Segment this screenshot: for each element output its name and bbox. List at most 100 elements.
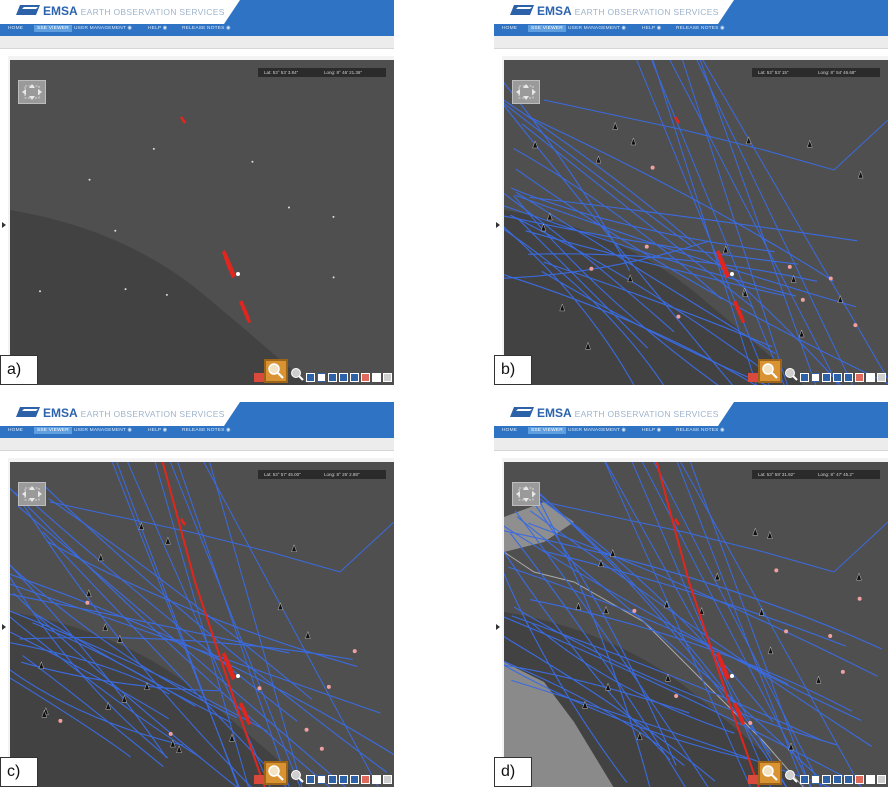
toolbar-icon[interactable] xyxy=(372,775,381,784)
main-nav: HOME SSE VIEWER USER MANAGEMENT ◉ HELP ◉ REL… xyxy=(0,24,394,36)
toolbar-icon[interactable] xyxy=(317,775,326,784)
zoom-icon[interactable] xyxy=(758,359,782,383)
nav-item-release-notes[interactable]: RELEASE NOTES ◉ xyxy=(182,26,231,31)
nav-item-help[interactable]: HELP ◉ xyxy=(148,26,167,31)
detection-marker xyxy=(319,746,324,751)
pan-control-icon[interactable] xyxy=(512,482,540,506)
vessel-icon xyxy=(85,589,92,597)
toolbar-icon[interactable] xyxy=(339,373,348,382)
toolbar-icon[interactable] xyxy=(866,775,875,784)
vessel-icon xyxy=(603,606,609,614)
nav-item-home[interactable]: HOME xyxy=(502,26,517,31)
zoom-out-icon[interactable] xyxy=(784,769,798,783)
toolbar-icon[interactable] xyxy=(350,373,359,382)
sar-map[interactable]: Lat: 53° 53' 15" Long: 8° 54' 46.68" xyxy=(504,60,888,385)
zoom-icon[interactable] xyxy=(264,761,288,785)
sar-map[interactable]: Lat: 53° 58' 31.92" Long: 8° 47' 45.2" xyxy=(504,462,888,787)
report-icon[interactable] xyxy=(748,775,758,784)
service-title: EARTH OBSERVATION SERVICES xyxy=(574,7,719,17)
sar-map[interactable]: Lat: 53° 57' 45.00" Long: 8° 26' 2.88" xyxy=(10,462,394,787)
side-arrow-icon[interactable] xyxy=(2,222,6,228)
toolbar-icon[interactable] xyxy=(328,373,337,382)
side-arrow-icon[interactable] xyxy=(496,624,500,630)
nav-item-home[interactable]: HOME xyxy=(8,428,23,433)
toolbar-strip xyxy=(494,36,888,49)
zoom-out-icon[interactable] xyxy=(290,367,304,381)
toolbar-icon[interactable] xyxy=(822,373,831,382)
panel-label: c) xyxy=(0,757,38,787)
nav-item-user-management[interactable]: USER MANAGEMENT ◉ xyxy=(568,26,626,31)
zoom-out-icon[interactable] xyxy=(784,367,798,381)
side-arrow-icon[interactable] xyxy=(496,222,500,228)
toolbar-icon[interactable] xyxy=(811,373,820,382)
toolbar-icon[interactable] xyxy=(350,775,359,784)
report-icon[interactable] xyxy=(748,373,758,382)
brand-logo-text: EMSA xyxy=(537,4,572,18)
toolbar-icon[interactable] xyxy=(855,775,864,784)
toolbar-icon[interactable] xyxy=(339,775,348,784)
nav-item-sse-viewer[interactable]: SSE VIEWER xyxy=(528,427,566,434)
vessel-icon xyxy=(305,630,311,639)
vessel-icon xyxy=(767,646,774,655)
nav-item-user-management[interactable]: USER MANAGEMENT ◉ xyxy=(74,428,132,433)
bright-target xyxy=(124,288,127,291)
nav-item-release-notes[interactable]: RELEASE NOTES ◉ xyxy=(182,428,231,433)
emsa-logo-icon xyxy=(510,5,534,15)
viewer-panel-c: EMSA EARTH OBSERVATION SERVICES HOME SSE V… xyxy=(0,402,394,787)
toolbar-icon[interactable] xyxy=(383,775,392,784)
toolbar-icon[interactable] xyxy=(800,775,809,784)
sar-map[interactable]: Lat: 53° 53' 3.84" Long: 8° 46' 21.36" xyxy=(10,60,394,385)
side-arrow-icon[interactable] xyxy=(2,624,6,630)
nav-item-sse-viewer[interactable]: SSE VIEWER xyxy=(34,25,72,32)
pan-control-icon[interactable] xyxy=(18,80,46,104)
nav-item-help[interactable]: HELP ◉ xyxy=(642,26,661,31)
bright-target xyxy=(251,160,254,163)
map-overlay xyxy=(504,462,888,787)
longitude-readout: Long: 8° 47' 45.2" xyxy=(818,472,854,477)
toolbar-icon[interactable] xyxy=(328,775,337,784)
nav-item-help[interactable]: HELP ◉ xyxy=(642,428,661,433)
zoom-icon[interactable] xyxy=(264,359,288,383)
toolbar-icon[interactable] xyxy=(361,775,370,784)
toolbar-icon[interactable] xyxy=(800,373,809,382)
panel-label: b) xyxy=(494,355,532,385)
pan-control-icon[interactable] xyxy=(512,80,540,104)
toolbar-icon[interactable] xyxy=(317,373,326,382)
vessel-icon xyxy=(798,329,805,338)
toolbar-icon[interactable] xyxy=(811,775,820,784)
toolbar-icon[interactable] xyxy=(822,775,831,784)
vessel-icon xyxy=(767,530,773,539)
brand: EMSA EARTH OBSERVATION SERVICES xyxy=(537,4,719,18)
zoom-out-icon[interactable] xyxy=(290,769,304,783)
nav-item-user-management[interactable]: USER MANAGEMENT ◉ xyxy=(74,26,132,31)
toolbar-icon[interactable] xyxy=(833,775,842,784)
report-icon[interactable] xyxy=(254,373,264,382)
toolbar-icon[interactable] xyxy=(383,373,392,382)
nav-item-user-management[interactable]: USER MANAGEMENT ◉ xyxy=(568,428,626,433)
pan-control-icon[interactable] xyxy=(18,482,46,506)
nav-item-home[interactable]: HOME xyxy=(8,26,23,31)
latitude-readout: Lat: 53° 53' 15" xyxy=(758,70,789,75)
nav-item-home[interactable]: HOME xyxy=(502,428,517,433)
nav-item-sse-viewer[interactable]: SSE VIEWER xyxy=(528,25,566,32)
toolbar-icon[interactable] xyxy=(372,373,381,382)
report-icon[interactable] xyxy=(254,775,264,784)
toolbar-icon[interactable] xyxy=(844,775,853,784)
zoom-icon[interactable] xyxy=(758,761,782,785)
toolbar-icon[interactable] xyxy=(877,775,886,784)
toolbar-icon[interactable] xyxy=(855,373,864,382)
nav-item-release-notes[interactable]: RELEASE NOTES ◉ xyxy=(676,428,725,433)
detection-marker xyxy=(840,669,845,674)
nav-item-sse-viewer[interactable]: SSE VIEWER xyxy=(34,427,72,434)
nav-item-help[interactable]: HELP ◉ xyxy=(148,428,167,433)
toolbar-icon[interactable] xyxy=(833,373,842,382)
toolbar-icon[interactable] xyxy=(306,775,315,784)
detection-marker xyxy=(352,649,357,654)
toolbar-icon[interactable] xyxy=(361,373,370,382)
toolbar-icon[interactable] xyxy=(306,373,315,382)
toolbar-icon[interactable] xyxy=(866,373,875,382)
nav-item-release-notes[interactable]: RELEASE NOTES ◉ xyxy=(676,26,725,31)
toolbar-icon[interactable] xyxy=(877,373,886,382)
toolbar-icon[interactable] xyxy=(844,373,853,382)
vessel-icon xyxy=(609,548,616,557)
